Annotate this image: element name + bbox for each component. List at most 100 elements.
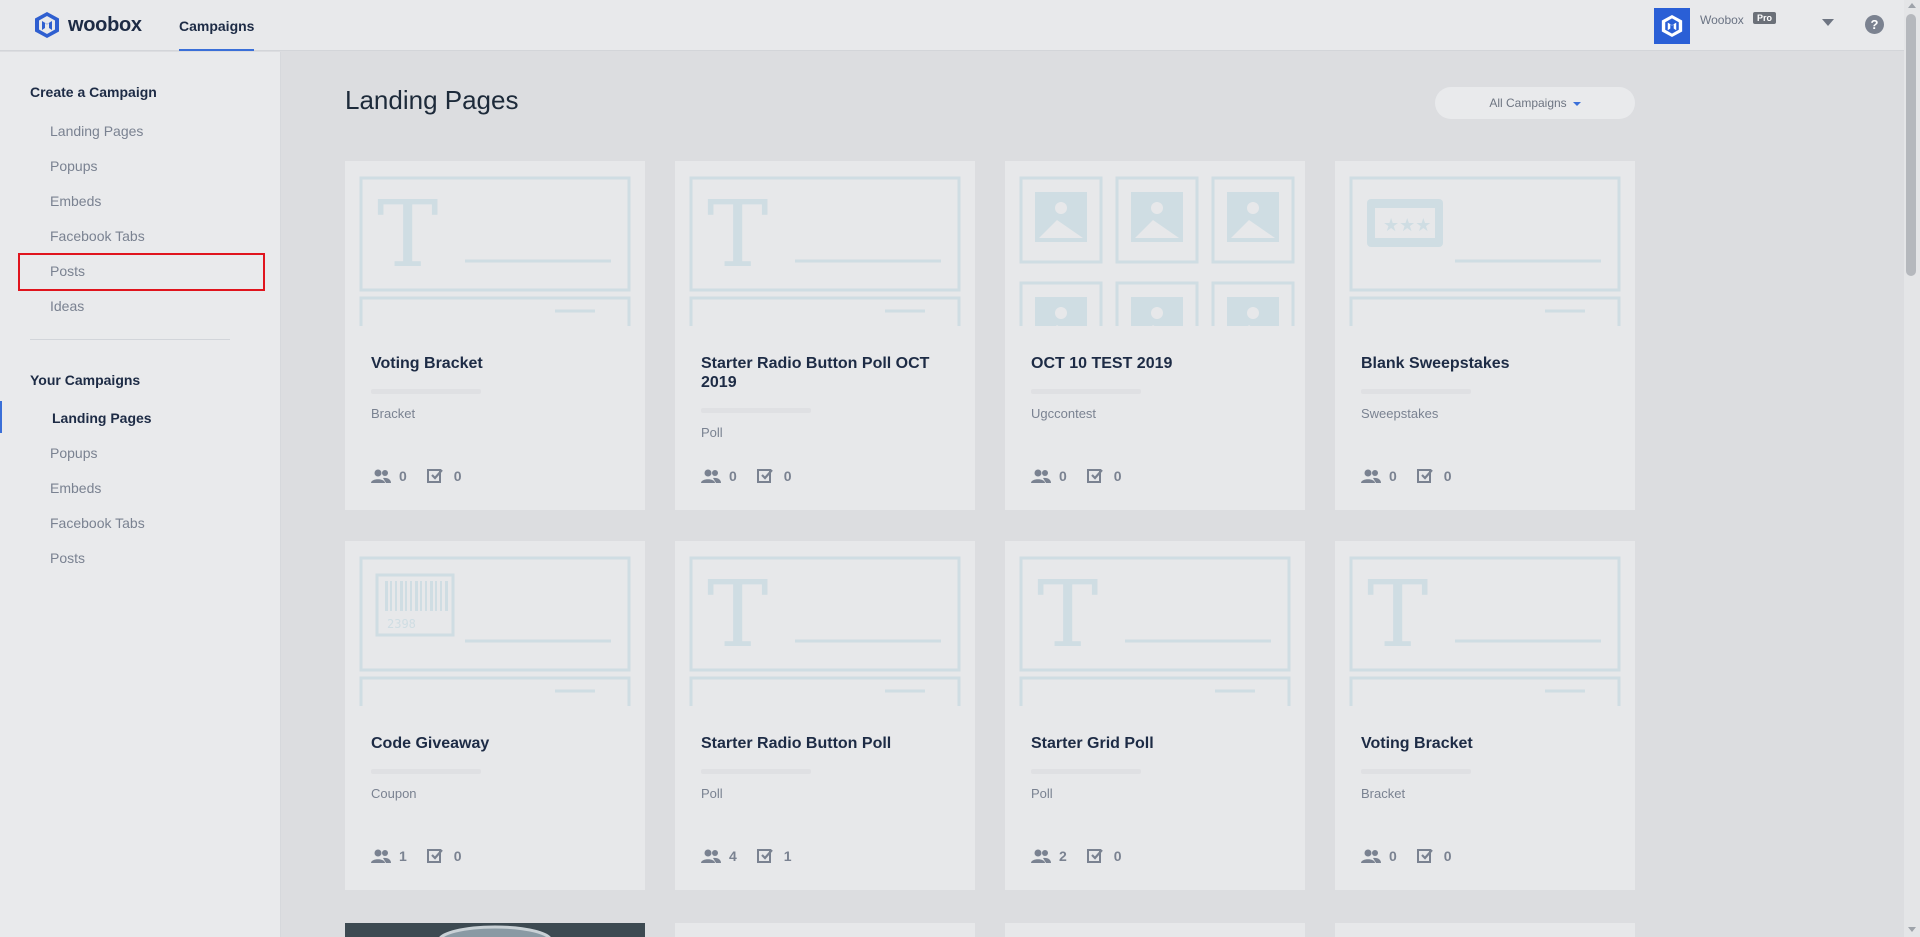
campaign-card[interactable]: T Starter Radio Button Poll OCT 2019 Poll … <box>675 161 975 510</box>
campaign-card-partial[interactable] <box>1005 923 1305 937</box>
campaign-type: Poll <box>1031 786 1053 801</box>
entries-count: 0 <box>1443 848 1452 864</box>
campaign-stats: 2 0 <box>1031 848 1141 864</box>
campaign-thumbnail[interactable]: T <box>1005 541 1305 706</box>
campaign-card[interactable]: ★★★ Blank Sweepstakes Sweepstakes 0 0 <box>1335 161 1635 510</box>
entries-checkbox-icon <box>1086 849 1103 863</box>
account-dropdown-caret-icon[interactable] <box>1822 19 1834 26</box>
campaign-thumbnail[interactable]: T <box>1335 541 1635 706</box>
campaign-card-partial[interactable] <box>1335 923 1635 937</box>
campaign-type: Bracket <box>371 406 416 421</box>
entries-checkbox-icon <box>1086 469 1103 483</box>
sidebar-item-create-popups[interactable]: Popups <box>50 158 97 174</box>
campaign-filter-dropdown[interactable]: All Campaigns <box>1435 87 1635 119</box>
campaign-thumbnail-text-template: T <box>1349 556 1621 706</box>
campaign-thumbnail-image-grid <box>1019 176 1295 326</box>
sidebar-item-create-ideas[interactable]: Ideas <box>50 298 84 314</box>
campaign-thumbnail[interactable]: ★★★ <box>1335 161 1635 326</box>
entries-count: 0 <box>1443 468 1452 484</box>
sidebar-divider <box>30 339 230 340</box>
plan-badge: Pro <box>1753 12 1777 24</box>
campaign-url-redacted <box>1031 769 1141 774</box>
sidebar-item-your-posts[interactable]: Posts <box>50 550 85 566</box>
woobox-logo[interactable]: woobox <box>34 11 142 39</box>
campaign-stats: 0 0 <box>1361 468 1471 484</box>
campaign-type: Poll <box>701 425 723 440</box>
campaign-thumbnail[interactable]: T <box>345 161 645 326</box>
campaign-stats: 0 0 <box>1031 468 1141 484</box>
campaign-title[interactable]: Voting Bracket <box>1361 734 1611 753</box>
campaign-thumbnail[interactable]: T <box>675 541 975 706</box>
avatar[interactable] <box>1654 8 1690 44</box>
entrants-icon <box>701 469 721 483</box>
entries-checkbox-icon <box>426 849 443 863</box>
entrants-count: 0 <box>1389 468 1397 484</box>
campaign-type: Ugccontest <box>1031 406 1097 421</box>
campaign-thumbnail[interactable] <box>1005 161 1305 326</box>
sidebar-item-create-embeds[interactable]: Embeds <box>50 193 101 209</box>
user-name[interactable]: Woobox <box>1700 13 1744 27</box>
entrants-icon <box>1031 849 1051 863</box>
campaign-type: Sweepstakes <box>1361 406 1439 421</box>
entrants-count: 2 <box>1059 848 1067 864</box>
campaign-title[interactable]: Starter Radio Button Poll <box>701 734 951 753</box>
entrants-icon <box>701 849 721 863</box>
nav-tab-campaigns[interactable]: Campaigns <box>179 0 255 51</box>
sidebar-item-your-facebook-tabs[interactable]: Facebook Tabs <box>50 515 145 531</box>
entries-count: 0 <box>1113 848 1122 864</box>
campaign-type: Bracket <box>1361 786 1406 801</box>
svg-text:★★★: ★★★ <box>1383 215 1431 236</box>
campaign-title[interactable]: OCT 10 TEST 2019 <box>1031 354 1281 373</box>
campaign-card[interactable]: 2398 Code Giveaway Coupon 1 0 <box>345 541 645 890</box>
entries-count: 0 <box>1113 468 1122 484</box>
campaign-type: Coupon <box>371 786 417 801</box>
entrants-icon <box>371 469 391 483</box>
logo-text: woobox <box>68 13 142 36</box>
woobox-logo-icon <box>35 12 59 38</box>
campaign-title[interactable]: Code Giveaway <box>371 734 621 753</box>
entrants-icon <box>1361 849 1381 863</box>
campaign-stats: 0 0 <box>701 468 811 484</box>
help-icon[interactable]: ? <box>1865 15 1884 34</box>
sidebar-item-your-embeds[interactable]: Embeds <box>50 480 101 496</box>
campaign-card-partial[interactable] <box>675 923 975 937</box>
campaign-card[interactable]: OCT 10 TEST 2019 Ugccontest 0 0 <box>1005 161 1305 510</box>
sidebar-item-create-facebook-tabs[interactable]: Facebook Tabs <box>50 228 145 244</box>
entrants-count: 1 <box>399 848 407 864</box>
scroll-down-arrow-icon[interactable] <box>1908 927 1916 932</box>
scroll-up-arrow-icon[interactable] <box>1908 3 1916 8</box>
campaign-card[interactable]: T Starter Grid Poll Poll 2 0 <box>1005 541 1305 890</box>
woobox-avatar-icon <box>1661 15 1683 37</box>
svg-text:2398: 2398 <box>387 617 416 631</box>
campaign-url-redacted <box>371 769 481 774</box>
entries-count: 1 <box>783 848 792 864</box>
sidebar-item-create-landing-pages[interactable]: Landing Pages <box>50 123 143 139</box>
campaign-card[interactable]: T Starter Radio Button Poll Poll 4 1 <box>675 541 975 890</box>
campaign-url-redacted <box>1031 389 1141 394</box>
campaign-thumbnail[interactable]: T <box>675 161 975 326</box>
campaign-thumbnail-ticket-template: ★★★ <box>1349 176 1621 326</box>
campaign-card[interactable]: T Voting Bracket Bracket 0 0 <box>1335 541 1635 890</box>
sidebar-item-your-popups[interactable]: Popups <box>50 445 97 461</box>
entrants-icon <box>1031 469 1051 483</box>
campaign-thumbnail-text-template: T <box>689 556 961 706</box>
entries-count: 0 <box>783 468 792 484</box>
scrollbar-thumb[interactable] <box>1906 14 1916 276</box>
entries-checkbox-icon <box>756 469 773 483</box>
page-title: Landing Pages <box>345 85 519 115</box>
campaign-title[interactable]: Voting Bracket <box>371 354 621 373</box>
sidebar-heading-your-campaigns: Your Campaigns <box>30 372 141 388</box>
campaign-title[interactable]: Starter Radio Button Poll OCT 2019 <box>701 354 951 392</box>
entries-checkbox-icon <box>426 469 443 483</box>
campaign-card-partial[interactable] <box>345 923 645 937</box>
campaign-title[interactable]: Starter Grid Poll <box>1031 734 1281 753</box>
sidebar-item-your-landing-pages[interactable]: Landing Pages <box>52 410 152 426</box>
entrants-count: 0 <box>399 468 407 484</box>
campaign-stats: 0 0 <box>1361 848 1471 864</box>
campaign-thumbnail[interactable]: 2398 <box>345 541 645 706</box>
campaign-title[interactable]: Blank Sweepstakes <box>1361 354 1611 373</box>
campaign-thumbnail-text-template: T <box>1019 556 1291 706</box>
campaign-card[interactable]: T Voting Bracket Bracket 0 0 <box>345 161 645 510</box>
campaign-url-redacted <box>701 769 811 774</box>
sidebar-active-indicator <box>0 401 2 433</box>
